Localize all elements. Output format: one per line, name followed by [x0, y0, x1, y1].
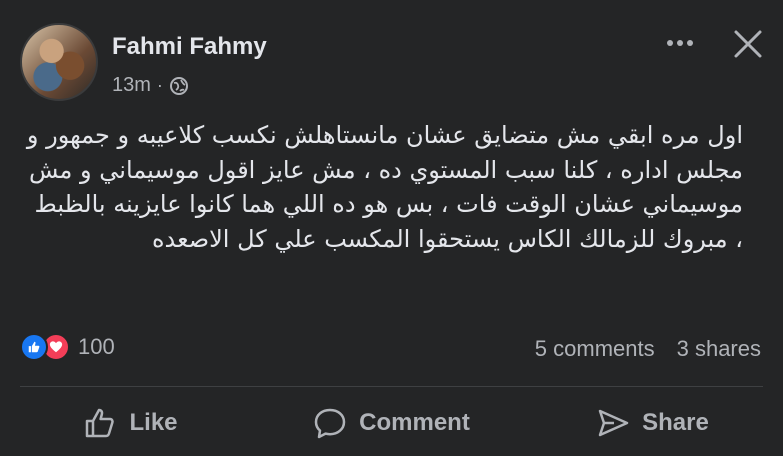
post-actions-bar: Like Comment Share: [0, 400, 783, 446]
like-label: Like: [129, 409, 178, 436]
author-avatar[interactable]: [20, 23, 98, 101]
reaction-count[interactable]: 100: [78, 334, 115, 360]
comments-count[interactable]: 5 comments: [535, 336, 655, 362]
comment-icon: [314, 408, 346, 439]
close-icon[interactable]: [730, 26, 766, 62]
comment-button[interactable]: Comment: [261, 400, 522, 446]
share-icon: [598, 409, 629, 437]
divider: [20, 386, 763, 387]
meta-separator: ·: [156, 75, 163, 95]
comment-label: Comment: [359, 409, 470, 436]
like-button[interactable]: Like: [0, 400, 261, 446]
share-label: Share: [642, 409, 709, 436]
shares-count[interactable]: 3 shares: [677, 336, 761, 362]
thumbs-up-icon: [86, 408, 115, 438]
more-options-icon[interactable]: [662, 28, 698, 58]
author-name[interactable]: Fahmi Fahmy: [112, 33, 267, 61]
globe-icon[interactable]: [169, 76, 189, 96]
reactions-summary[interactable]: 100: [20, 333, 115, 361]
post-time[interactable]: 13m: [112, 74, 151, 97]
like-reaction-icon: [20, 333, 48, 361]
post-meta: 13m ·: [112, 74, 189, 97]
share-button[interactable]: Share: [522, 400, 783, 446]
post-body-text: اول مره ابقي مش متضايق عشان مانستاهلش نك…: [26, 121, 743, 253]
post-stats: 5 comments 3 shares: [535, 336, 761, 362]
